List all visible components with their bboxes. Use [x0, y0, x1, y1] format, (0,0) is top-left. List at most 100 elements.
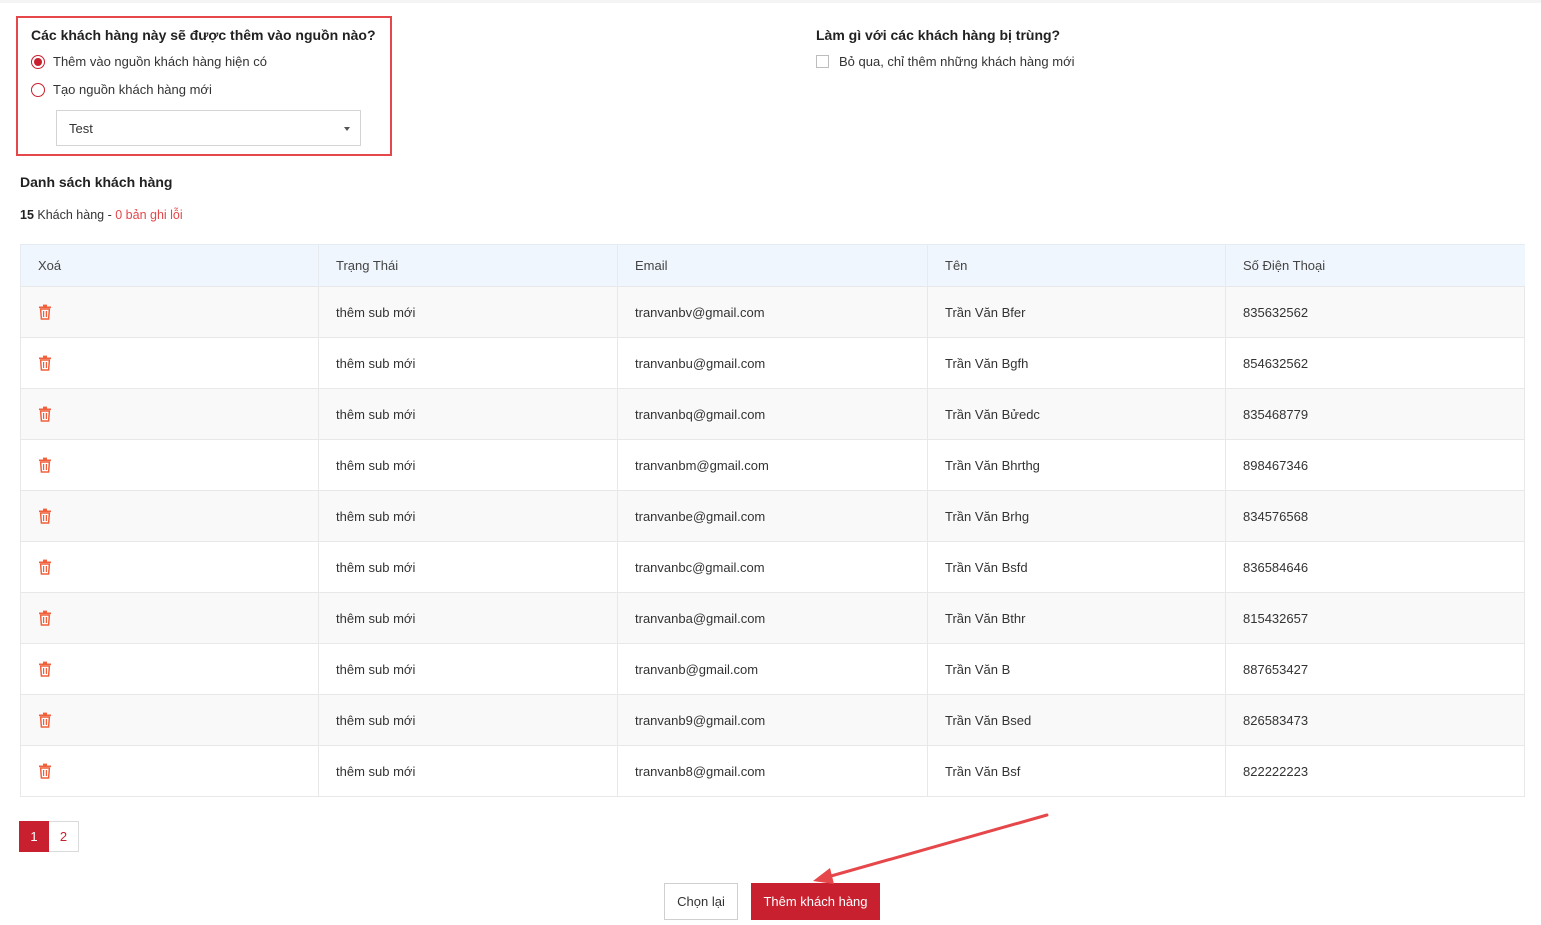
trash-icon[interactable] [38, 457, 52, 474]
name-cell: Trần Văn Bửedc [927, 388, 1226, 440]
email-cell: tranvanbm@gmail.com [617, 439, 928, 491]
customer-count: 15 [20, 208, 34, 222]
name-cell: Trần Văn Bsf [927, 745, 1226, 797]
caret-down-icon [344, 127, 350, 131]
email-cell: tranvanbq@gmail.com [617, 388, 928, 440]
column-header-phone: Số Điện Thoại [1225, 244, 1525, 287]
radio-button[interactable] [31, 82, 45, 97]
error-records[interactable]: 0 bản ghi lỗi [115, 208, 182, 222]
phone-cell: 835468779 [1225, 388, 1525, 440]
delete-cell [20, 694, 319, 746]
status-cell: thêm sub mới [318, 541, 618, 593]
radio-existing-label: Thêm vào nguồn khách hàng hiện có [53, 54, 267, 69]
name-cell: Trần Văn Bsed [927, 694, 1226, 746]
status-cell: thêm sub mới [318, 439, 618, 491]
radio-new-source[interactable]: Tạo nguồn khách hàng mới [31, 82, 212, 97]
column-header-delete: Xoá [20, 244, 319, 287]
table-row: thêm sub mới tranvanba@gmail.com Trần Văn … [20, 592, 1525, 644]
email-cell: tranvanbv@gmail.com [617, 286, 928, 338]
reset-button[interactable]: Chọn lại [664, 883, 738, 920]
name-cell: Trần Văn Bsfd [927, 541, 1226, 593]
phone-cell: 836584646 [1225, 541, 1525, 593]
email-cell: tranvanbe@gmail.com [617, 490, 928, 542]
skip-duplicates-label: Bỏ qua, chỉ thêm những khách hàng mới [839, 54, 1075, 69]
delete-cell [20, 592, 319, 644]
status-cell: thêm sub mới [318, 694, 618, 746]
name-cell: Trần Văn Bfer [927, 286, 1226, 338]
source-question: Các khách hàng này sẽ được thêm vào nguồ… [31, 27, 376, 43]
customer-list-title: Danh sách khách hàng [20, 174, 173, 190]
customer-count-label: Khách hàng - [37, 208, 112, 222]
table-row: thêm sub mới tranvanb8@gmail.com Trần Văn … [20, 745, 1525, 797]
name-cell: Trần Văn Bhrthg [927, 439, 1226, 491]
column-header-email: Email [617, 244, 928, 287]
delete-cell [20, 643, 319, 695]
delete-cell [20, 388, 319, 440]
delete-cell [20, 745, 319, 797]
radio-button-selected[interactable] [31, 54, 45, 69]
trash-icon[interactable] [38, 712, 52, 729]
name-cell: Trần Văn Bgfh [927, 337, 1226, 389]
trash-icon[interactable] [38, 610, 52, 627]
radio-existing-source[interactable]: Thêm vào nguồn khách hàng hiện có [31, 54, 267, 69]
page-2-button[interactable]: 2 [49, 821, 79, 852]
skip-duplicates-option[interactable]: Bỏ qua, chỉ thêm những khách hàng mới [816, 54, 1074, 69]
table-row: thêm sub mới tranvanb@gmail.com Trần Văn B… [20, 643, 1525, 695]
pagination: 1 2 [19, 821, 79, 852]
table-row: thêm sub mới tranvanbe@gmail.com Trần Văn … [20, 490, 1525, 542]
trash-icon[interactable] [38, 763, 52, 780]
customer-summary: 15 Khách hàng - 0 bản ghi lỗi [20, 208, 183, 222]
table-row: thêm sub mới tranvanbu@gmail.com Trần Văn … [20, 337, 1525, 389]
status-cell: thêm sub mới [318, 337, 618, 389]
phone-cell: 854632562 [1225, 337, 1525, 389]
table-row: thêm sub mới tranvanbq@gmail.com Trần Văn … [20, 388, 1525, 440]
radio-new-label: Tạo nguồn khách hàng mới [53, 82, 212, 97]
phone-cell: 815432657 [1225, 592, 1525, 644]
add-customers-button[interactable]: Thêm khách hàng [751, 883, 880, 920]
trash-icon[interactable] [38, 661, 52, 678]
delete-cell [20, 439, 319, 491]
phone-cell: 898467346 [1225, 439, 1525, 491]
status-cell: thêm sub mới [318, 388, 618, 440]
delete-cell [20, 337, 319, 389]
delete-cell [20, 541, 319, 593]
status-cell: thêm sub mới [318, 490, 618, 542]
duplicates-question: Làm gì với các khách hàng bị trùng? [816, 27, 1061, 43]
trash-icon[interactable] [38, 355, 52, 372]
trash-icon[interactable] [38, 508, 52, 525]
email-cell: tranvanbu@gmail.com [617, 337, 928, 389]
name-cell: Trần Văn B [927, 643, 1226, 695]
delete-cell [20, 490, 319, 542]
table-row: thêm sub mới tranvanb9@gmail.com Trần Văn … [20, 694, 1525, 746]
phone-cell: 887653427 [1225, 643, 1525, 695]
trash-icon[interactable] [38, 304, 52, 321]
status-cell: thêm sub mới [318, 592, 618, 644]
name-cell: Trần Văn Bthr [927, 592, 1226, 644]
phone-cell: 822222223 [1225, 745, 1525, 797]
email-cell: tranvanb8@gmail.com [617, 745, 928, 797]
table-row: thêm sub mới tranvanbc@gmail.com Trần Văn … [20, 541, 1525, 593]
phone-cell: 835632562 [1225, 286, 1525, 338]
status-cell: thêm sub mới [318, 286, 618, 338]
skip-duplicates-checkbox[interactable] [816, 55, 829, 68]
email-cell: tranvanb9@gmail.com [617, 694, 928, 746]
top-divider [0, 0, 1541, 3]
delete-cell [20, 286, 319, 338]
table-header-row: Xoá Trạng Thái Email Tên Số Điện Thoại [20, 244, 1525, 287]
customer-table: Xoá Trạng Thái Email Tên Số Điện Thoại t… [20, 244, 1525, 797]
table-row: thêm sub mới tranvanbm@gmail.com Trần Văn … [20, 439, 1525, 491]
phone-cell: 826583473 [1225, 694, 1525, 746]
status-cell: thêm sub mới [318, 643, 618, 695]
column-header-name: Tên [927, 244, 1226, 287]
phone-cell: 834576568 [1225, 490, 1525, 542]
trash-icon[interactable] [38, 406, 52, 423]
trash-icon[interactable] [38, 559, 52, 576]
page-1-button[interactable]: 1 [19, 821, 49, 852]
table-row: thêm sub mới tranvanbv@gmail.com Trần Văn … [20, 286, 1525, 338]
source-select-value: Test [69, 120, 93, 136]
source-select[interactable]: Test [56, 110, 361, 146]
name-cell: Trần Văn Brhg [927, 490, 1226, 542]
email-cell: tranvanbc@gmail.com [617, 541, 928, 593]
email-cell: tranvanba@gmail.com [617, 592, 928, 644]
email-cell: tranvanb@gmail.com [617, 643, 928, 695]
